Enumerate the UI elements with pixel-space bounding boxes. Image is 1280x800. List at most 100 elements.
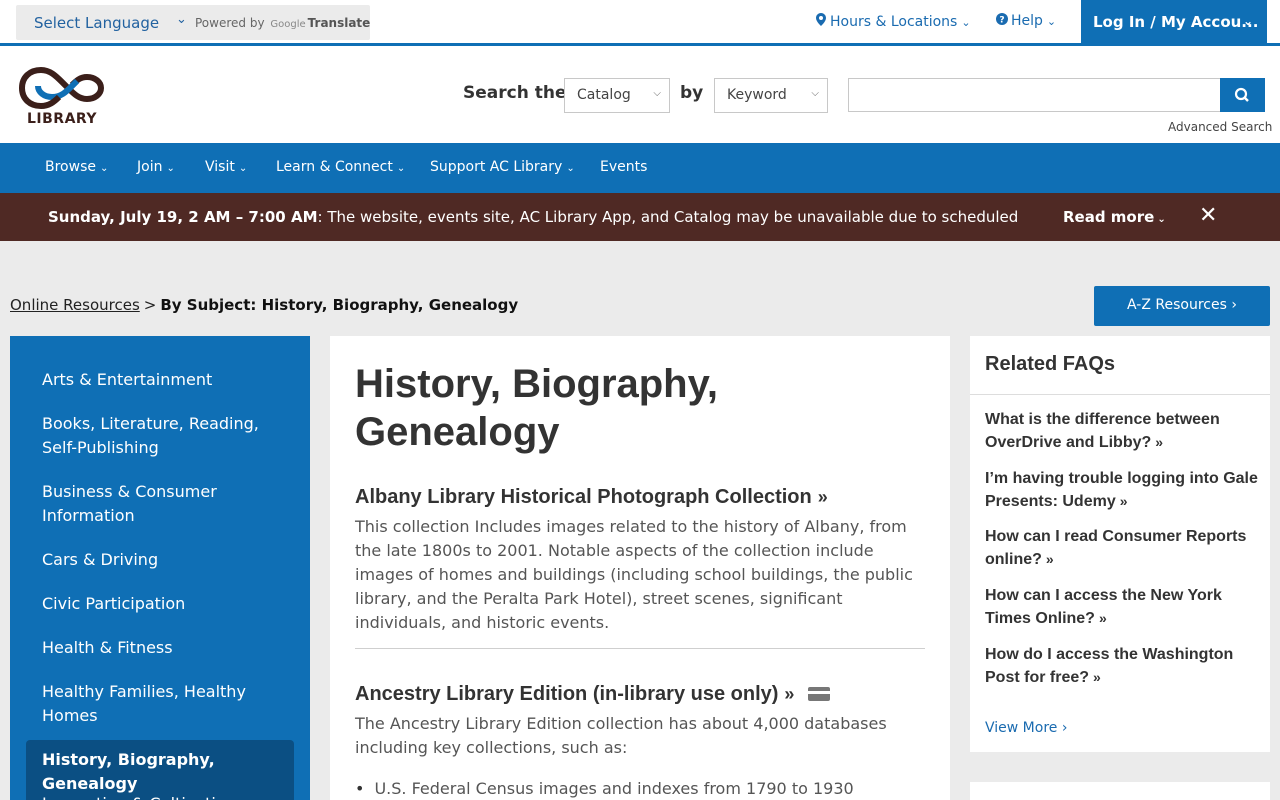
read-more-label: Read more	[1063, 208, 1155, 226]
nav-item-label: Join	[137, 159, 163, 175]
main-nav: Browse ⌄ Join ⌄ Visit ⌄ Learn & Connect ⌄ Su…	[0, 143, 1280, 193]
view-more-link[interactable]: View More ›	[985, 720, 1067, 736]
help-link[interactable]: ? Help ⌄	[996, 13, 1056, 29]
page-title: History, Biography, Genealogy	[355, 362, 719, 454]
advanced-search-link[interactable]: Advanced Search	[1168, 120, 1272, 134]
map-pin-icon	[815, 13, 827, 29]
sidebar-item-civic[interactable]: Civic Participation	[26, 592, 294, 616]
hours-locations-link[interactable]: Hours & Locations ⌄	[815, 13, 971, 30]
faq-link[interactable]: I’m having trouble logging into Gale Pre…	[985, 468, 1260, 513]
az-resources-button[interactable]: A-Z Resources ›	[1094, 286, 1270, 326]
search-scope-value: Catalog	[577, 87, 631, 103]
faq-link[interactable]: How do I access the Washington Post for …	[985, 644, 1260, 689]
sidebar-item-cars[interactable]: Cars & Driving	[26, 548, 294, 572]
sidebar-item-history[interactable]: History, Biography, Genealogy	[26, 740, 294, 800]
nav-item-join[interactable]: Join ⌄	[137, 159, 175, 175]
alert-message: Sunday, July 19, 2 AM – 7:00 AM: The web…	[48, 208, 1018, 226]
breadcrumb-online-resources[interactable]: Online Resources	[10, 296, 140, 314]
search-scope-select[interactable]: Catalog ⌵	[564, 78, 670, 113]
nav-item-label: Events	[600, 159, 648, 175]
language-select[interactable]: Select Language	[34, 14, 159, 32]
divider	[970, 394, 1270, 395]
google-logo: Google	[270, 19, 306, 30]
nav-item-support[interactable]: Support AC Library ⌄	[430, 159, 575, 175]
chevron-down-icon: ⌄	[961, 16, 971, 29]
az-resources-label: A-Z Resources	[1127, 297, 1227, 313]
chevron-down-icon: ⌄	[566, 163, 575, 174]
chevron-down-icon: ⌄	[1242, 14, 1253, 28]
related-faqs-title: Related FAQs	[985, 353, 1116, 375]
login-button[interactable]: Log In / My Accou... ⌄	[1081, 0, 1267, 46]
library-card-icon	[808, 687, 831, 701]
nav-item-visit[interactable]: Visit ⌄	[205, 159, 247, 175]
faq-link[interactable]: What is the difference between OverDrive…	[985, 409, 1260, 454]
subject-sidebar: Arts & Entertainment Books, Literature, …	[10, 336, 310, 800]
resource-description: The Ancestry Library Edition collection …	[355, 714, 887, 757]
resource-description: This collection Includes images related …	[355, 517, 913, 632]
translate-label: Translate	[307, 16, 371, 30]
resource-title-label: Albany Library Historical Photograph Col…	[355, 486, 812, 508]
resource-title-label: Ancestry Library Edition (in-library use…	[355, 683, 779, 705]
nav-item-events[interactable]: Events	[600, 159, 647, 175]
close-icon[interactable]: ✕	[1199, 203, 1217, 228]
nav-item-label: Learn & Connect	[276, 159, 393, 175]
nav-item-browse[interactable]: Browse ⌄	[45, 159, 108, 175]
main-content: History, Biography, Genealogy Albany Lib…	[330, 336, 950, 800]
faq-label: How can I read Consumer Reports online?	[985, 528, 1247, 568]
login-label: Log In / My Accou...	[1093, 13, 1259, 31]
faq-label: What is the difference between OverDrive…	[985, 411, 1220, 451]
help-icon: ?	[996, 13, 1008, 28]
alert-banner: Sunday, July 19, 2 AM – 7:00 AM: The web…	[0, 193, 1280, 241]
chevron-down-icon: ⌄	[99, 163, 109, 174]
double-chevron-right-icon: »	[1155, 434, 1164, 450]
faq-label: How do I access the Washington Post for …	[985, 646, 1234, 686]
faq-link[interactable]: How can I read Consumer Reports online?»	[985, 526, 1260, 571]
sidebar-item-health[interactable]: Health & Fitness	[26, 636, 294, 660]
search-button[interactable]	[1220, 78, 1265, 112]
chevron-down-icon: ⌄	[396, 163, 406, 174]
search-type-value: Keyword	[727, 87, 787, 103]
svg-text:?: ?	[999, 16, 1004, 26]
language-selector[interactable]: Select Language ⌄ Powered by Google Trans…	[16, 5, 370, 40]
nav-item-label: Support AC Library	[430, 159, 563, 175]
chevron-right-icon: ›	[1231, 297, 1237, 313]
help-label: Help	[1011, 13, 1043, 29]
hours-locations-label: Hours & Locations	[830, 14, 958, 30]
breadcrumb-separator: >	[143, 296, 157, 314]
double-chevron-right-icon: »	[1093, 669, 1101, 685]
sidebar-item-families[interactable]: Healthy Families, Healthy Homes	[26, 680, 294, 728]
resource-title-ancestry[interactable]: Ancestry Library Edition (in-library use…	[355, 683, 831, 706]
sidebar-item-innovation[interactable]: Innovation & Cultivation	[26, 792, 294, 800]
divider	[355, 648, 925, 649]
nav-item-learn-connect[interactable]: Learn & Connect ⌄	[276, 159, 405, 175]
powered-by-label: Powered by	[195, 16, 265, 30]
sidebar-item-business[interactable]: Business & Consumer Information	[26, 480, 294, 528]
sidebar-item-arts[interactable]: Arts & Entertainment	[26, 368, 294, 392]
alert-date: Sunday, July 19, 2 AM – 7:00 AM	[48, 208, 318, 226]
double-chevron-right-icon: »	[1119, 493, 1128, 509]
chevron-down-icon: ⌄	[238, 163, 248, 174]
sidebar-item-books[interactable]: Books, Literature, Reading, Self-Publish…	[26, 412, 294, 460]
resource-title-albany[interactable]: Albany Library Historical Photograph Col…	[355, 486, 828, 509]
read-more-button[interactable]: Read more ⌄	[1063, 208, 1166, 226]
chevron-down-icon: ⌄	[1046, 15, 1057, 28]
site-header: LIBRARY Search the Catalog ⌵ by Keyword …	[0, 46, 1280, 143]
secondary-panel	[970, 782, 1270, 800]
chevron-right-icon: ›	[1061, 720, 1068, 736]
alert-body: : The website, events site, AC Library A…	[317, 208, 1019, 226]
search-label: Search the	[463, 83, 567, 103]
utility-bar: Select Language ⌄ Powered by Google Trans…	[0, 0, 1280, 46]
by-label: by	[680, 83, 704, 103]
chevron-down-icon: ⌄	[1157, 214, 1166, 225]
double-chevron-right-icon: »	[1045, 551, 1054, 567]
powered-by-google-translate: Powered by Google Translate	[195, 16, 370, 30]
faq-link[interactable]: How can I access the New York Times Onli…	[985, 585, 1260, 630]
list-item: U.S. Federal Census images and indexes f…	[355, 779, 853, 798]
search-icon	[1234, 87, 1249, 102]
breadcrumb-current: By Subject: History, Biography, Genealog…	[160, 296, 519, 314]
related-faqs-panel: Related FAQs What is the difference betw…	[970, 336, 1270, 752]
nav-item-label: Visit	[205, 159, 235, 175]
breadcrumb: Online Resources > By Subject: History, Bi…	[10, 296, 518, 314]
search-type-select[interactable]: Keyword ⌵	[714, 78, 828, 113]
search-input[interactable]	[848, 78, 1221, 112]
